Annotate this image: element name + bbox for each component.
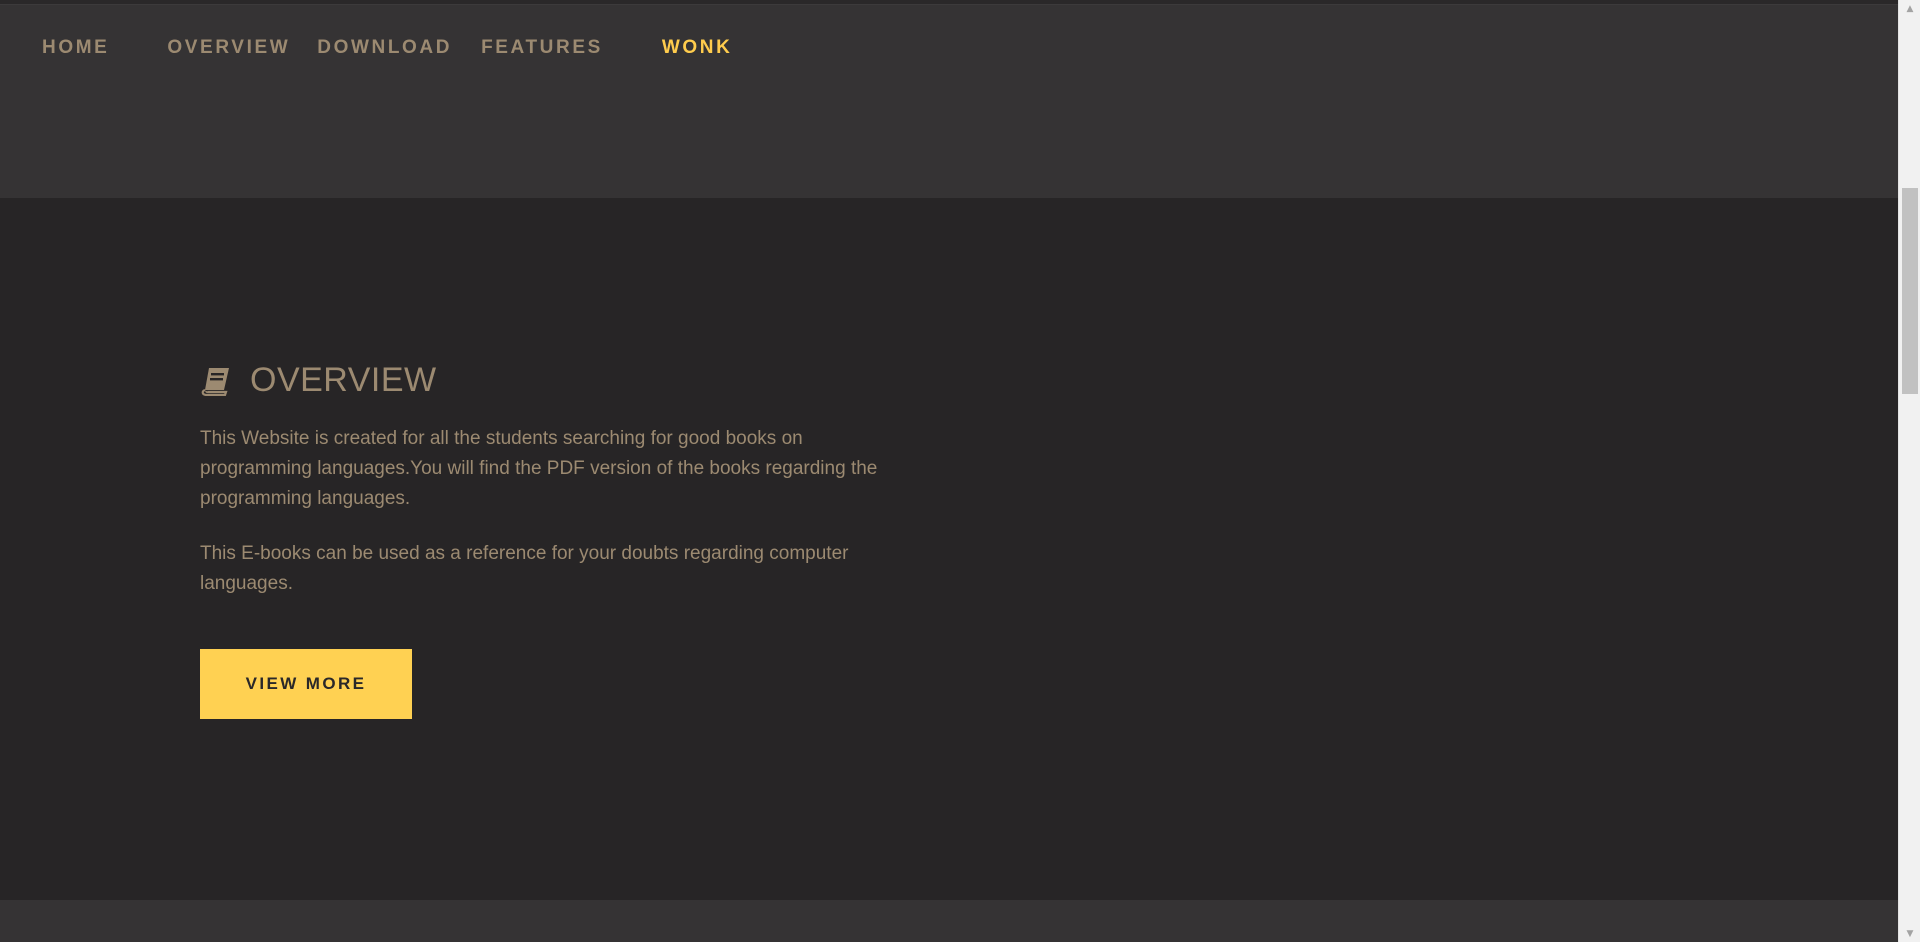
main-nav: HOME OVERVIEW DOWNLOAD FEATURES WONK [42,33,732,63]
nav-item-wonk[interactable]: WONK [662,37,733,59]
scroll-down-arrow-icon[interactable]: ▼ [1899,925,1920,942]
book-icon [200,364,232,397]
scroll-up-arrow-icon[interactable]: ▲ [1899,0,1920,17]
overview-section: OVERVIEW This Website is created for all… [0,198,1898,900]
overview-heading: OVERVIEW [200,358,890,402]
overview-paragraph-2: This E-books can be used as a reference … [200,543,849,594]
overview-title: OVERVIEW [250,360,437,399]
next-section-band [0,900,1898,942]
nav-item-home[interactable]: HOME [42,37,109,59]
overview-paragraph-1: This Website is created for all the stud… [200,428,878,509]
content-area: HOME OVERVIEW DOWNLOAD FEATURES WONK OVE… [0,0,1898,942]
view-more-button[interactable]: VIEW MORE [200,649,412,719]
nav-item-download[interactable]: DOWNLOAD [317,37,452,59]
scrollbar-thumb[interactable] [1902,188,1918,394]
page-scrollbar[interactable]: ▲ ▼ [1898,0,1920,942]
overview-block: OVERVIEW This Website is created for all… [200,358,890,719]
nav-item-features[interactable]: FEATURES [481,37,603,59]
page: HOME OVERVIEW DOWNLOAD FEATURES WONK OVE… [0,0,1920,942]
site-header: HOME OVERVIEW DOWNLOAD FEATURES WONK [0,5,1898,198]
nav-item-overview[interactable]: OVERVIEW [167,37,290,59]
